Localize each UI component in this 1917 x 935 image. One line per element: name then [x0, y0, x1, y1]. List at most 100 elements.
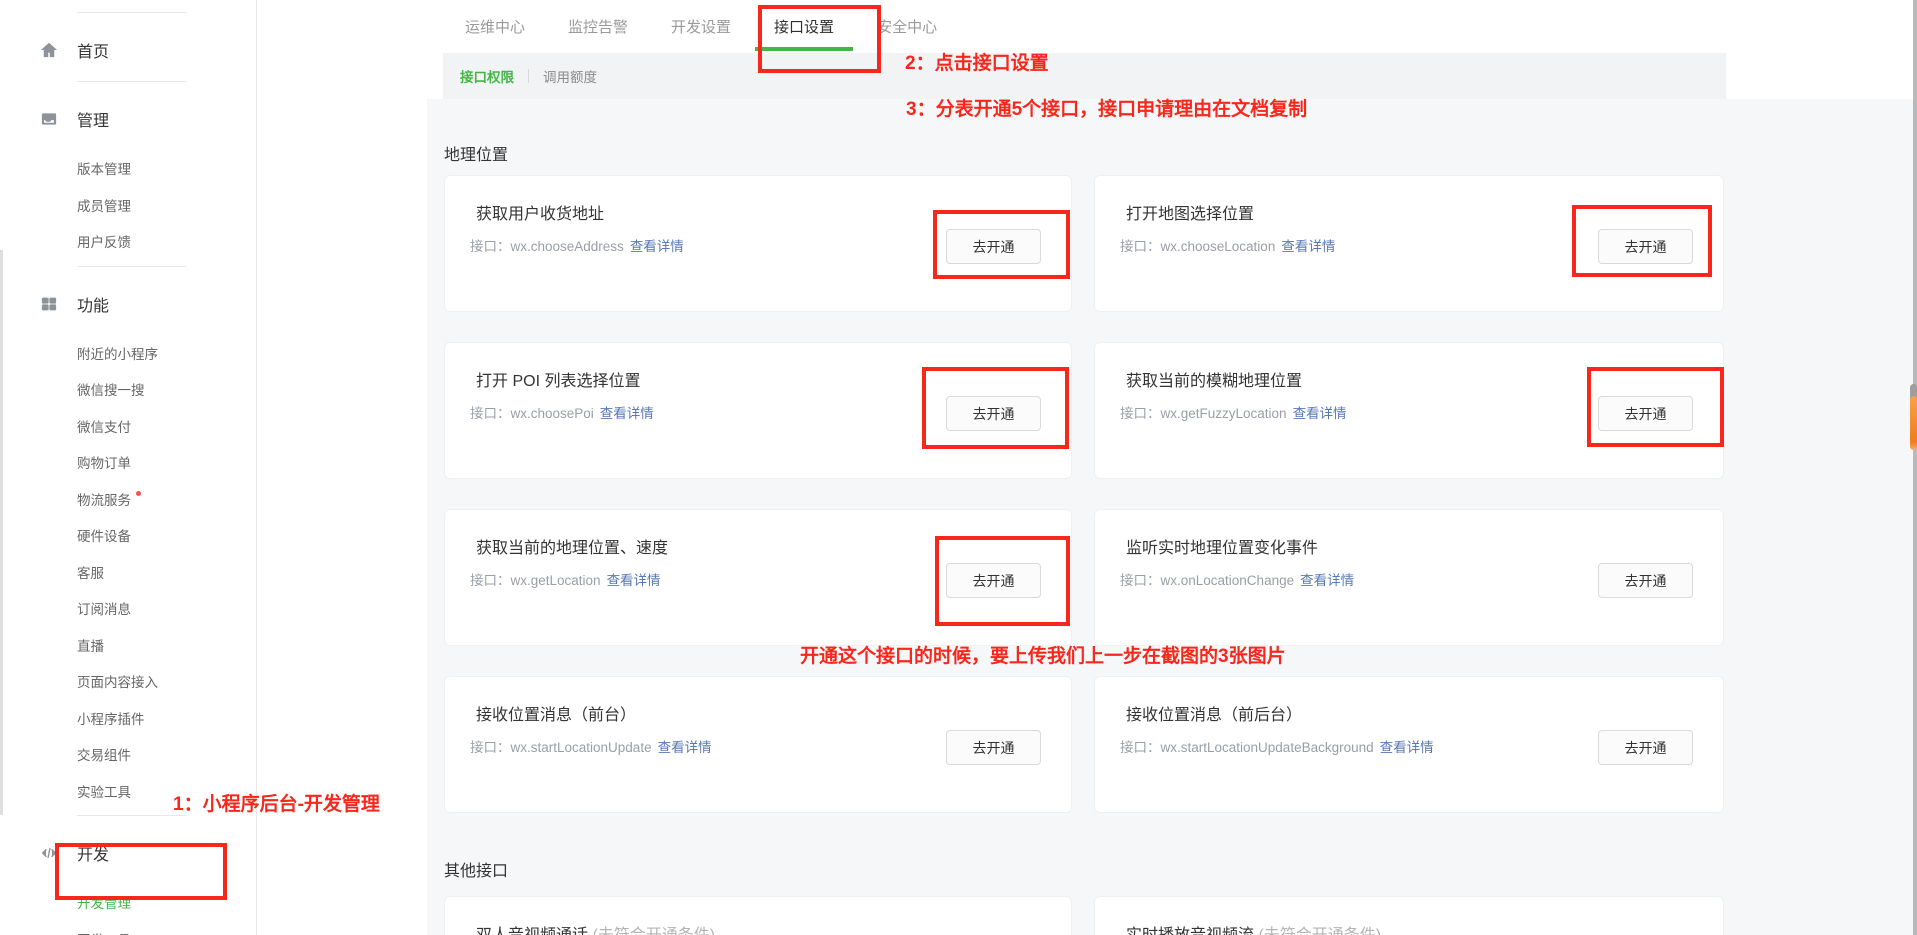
sidebar-item-label: 微信搜一搜 — [77, 379, 145, 399]
view-details-link[interactable]: 查看详情 — [1300, 573, 1354, 588]
sidebar-item[interactable]: 交易组件 — [0, 736, 256, 773]
view-details-link[interactable]: 查看详情 — [658, 740, 712, 755]
api-card: 实时播放音视频流 (未符合开通条件) — [1094, 896, 1724, 935]
api-prefix-label: 接口： — [470, 573, 511, 588]
sidebar-section-inbox[interactable]: 管理 — [0, 94, 256, 144]
open-api-button[interactable]: 去开通 — [946, 396, 1041, 431]
api-line: 接口：wx.getFuzzyLocation 查看详情 — [1120, 402, 1347, 422]
api-card: 打开地图选择位置接口：wx.chooseLocation查看详情去开通 — [1094, 175, 1724, 312]
sidebar-item-label: 物流服务 — [77, 489, 131, 509]
card-title-text: 双人音视频通话 — [476, 927, 588, 935]
api-line: 接口：wx.getLocation 查看详情 — [470, 569, 661, 589]
open-api-button[interactable]: 去开通 — [946, 563, 1041, 598]
view-details-link[interactable]: 查看详情 — [1380, 740, 1434, 755]
sidebar-scrollbar-thumb[interactable] — [0, 250, 3, 815]
sidebar-item[interactable]: 附近的小程序 — [0, 335, 256, 372]
sidebar-item[interactable]: 开发工具 — [0, 921, 256, 935]
tab-1[interactable]: 监控告警 — [568, 0, 628, 52]
sidebar-item[interactable]: 页面内容接入 — [0, 663, 256, 700]
api-card: 接收位置消息（前后台）接口：wx.startLocationUpdateBack… — [1094, 676, 1724, 813]
api-card: 监听实时地理位置变化事件接口：wx.onLocationChange 查看详情 去开… — [1094, 509, 1724, 646]
view-details-link[interactable]: 查看详情 — [1281, 239, 1335, 254]
sidebar-divider — [77, 81, 186, 82]
view-details-link[interactable]: 查看详情 — [1293, 406, 1347, 421]
sidebar-item[interactable]: 用户反馈 — [0, 223, 256, 260]
sidebar-section-label: 开发 — [77, 841, 109, 865]
api-name: wx.chooseLocation — [1161, 239, 1276, 254]
api-card: 打开 POI 列表选择位置接口：wx.choosePoi查看详情 去开通 — [444, 342, 1072, 479]
sidebar-item[interactable]: 微信搜一搜 — [0, 371, 256, 408]
sidebar-item[interactable]: 实验工具 — [0, 773, 256, 810]
tab-2[interactable]: 开发设置 — [671, 0, 731, 52]
sidebar-item-label: 硬件设备 — [77, 525, 131, 545]
sidebar-item[interactable]: 开发管理 — [0, 884, 256, 921]
sidebar-item-label: 客服 — [77, 562, 104, 582]
open-api-button[interactable]: 去开通 — [1598, 563, 1693, 598]
view-details-link[interactable]: 查看详情 — [630, 239, 684, 254]
sidebar-item[interactable]: 微信支付 — [0, 408, 256, 445]
sidebar-divider — [77, 815, 186, 816]
sidebar-item[interactable]: 订阅消息 — [0, 590, 256, 627]
sidebar-item-label: 订阅消息 — [77, 598, 131, 618]
api-name: wx.onLocationChange — [1161, 573, 1295, 588]
sidebar-section-home[interactable]: 首页 — [0, 25, 256, 75]
card-title: 获取用户收货地址 — [476, 200, 604, 224]
sidebar-item-list: 附近的小程序微信搜一搜微信支付购物订单物流服务硬件设备客服订阅消息直播页面内容接… — [0, 335, 256, 810]
sidebar-item[interactable]: 硬件设备 — [0, 517, 256, 554]
sidebar-section-grid[interactable]: 功能 — [0, 279, 256, 329]
inbox-icon — [40, 110, 58, 128]
api-line: 接口：wx.choosePoi查看详情 — [470, 402, 654, 422]
api-prefix-label: 接口： — [470, 239, 511, 254]
sidebar-item[interactable]: 小程序插件 — [0, 700, 256, 737]
sidebar-item[interactable]: 直播 — [0, 627, 256, 664]
right-scrollbar-thumb[interactable] — [1910, 396, 1917, 450]
open-api-button[interactable]: 去开通 — [946, 730, 1041, 765]
open-api-button[interactable]: 去开通 — [1598, 730, 1693, 765]
api-prefix-label: 接口： — [1120, 406, 1161, 421]
sidebar-item[interactable]: 版本管理 — [0, 150, 256, 187]
sidebar-item-label: 购物订单 — [77, 452, 131, 472]
geolocation-card-grid: 获取用户收货地址接口：wx.chooseAddress查看详情去开通打开地图选择… — [444, 175, 1724, 813]
sidebar-item-label: 版本管理 — [77, 158, 131, 178]
sidebar-item-label: 开发工具 — [77, 929, 131, 935]
open-api-button[interactable]: 去开通 — [1598, 396, 1693, 431]
subtab-0[interactable]: 接口权限 — [460, 66, 514, 86]
card-status-label: (未符合开通条件) — [588, 927, 715, 935]
api-line: 接口：wx.onLocationChange 查看详情 — [1120, 569, 1354, 589]
api-line: 接口：wx.chooseAddress查看详情 — [470, 235, 684, 255]
card-status-label: (未符合开通条件) — [1254, 927, 1381, 935]
tab-4[interactable]: 安全中心 — [877, 0, 937, 52]
right-scrollbar-track — [1913, 0, 1917, 935]
api-name: wx.getFuzzyLocation — [1161, 406, 1287, 421]
view-details-link[interactable]: 查看详情 — [607, 573, 661, 588]
card-title: 打开 POI 列表选择位置 — [476, 367, 640, 391]
sub-tab-bar: 接口权限 调用额度 — [443, 53, 1726, 99]
sidebar-item-label: 交易组件 — [77, 744, 131, 764]
view-details-link[interactable]: 查看详情 — [600, 406, 654, 421]
tab-3[interactable]: 接口设置 — [774, 0, 834, 52]
sidebar-item[interactable]: 物流服务 — [0, 481, 256, 518]
grid-icon — [40, 295, 58, 313]
open-api-button[interactable]: 去开通 — [946, 229, 1041, 264]
sidebar-section-label: 功能 — [77, 292, 109, 316]
sidebar-section-code[interactable]: 开发 — [0, 828, 256, 878]
sidebar-divider — [77, 266, 186, 267]
sidebar-section-label: 管理 — [77, 107, 109, 131]
card-title: 获取当前的模糊地理位置 — [1126, 367, 1302, 391]
subtab-1[interactable]: 调用额度 — [543, 66, 597, 86]
section-title-other: 其他接口 — [444, 857, 508, 881]
open-api-button[interactable]: 去开通 — [1598, 229, 1693, 264]
sidebar-item[interactable]: 购物订单 — [0, 444, 256, 481]
sidebar-item-label: 微信支付 — [77, 416, 131, 436]
api-prefix-label: 接口： — [1120, 573, 1161, 588]
sidebar-item-label: 直播 — [77, 635, 104, 655]
sidebar-divider — [77, 12, 186, 13]
sidebar-item[interactable]: 客服 — [0, 554, 256, 591]
api-name: wx.getLocation — [511, 573, 601, 588]
card-title: 监听实时地理位置变化事件 — [1126, 534, 1318, 558]
card-title-text: 实时播放音视频流 — [1126, 927, 1254, 935]
api-name: wx.startLocationUpdateBackground — [1161, 740, 1374, 755]
sidebar-item[interactable]: 成员管理 — [0, 187, 256, 224]
api-card: 获取当前的模糊地理位置接口：wx.getFuzzyLocation 查看详情 去开通 — [1094, 342, 1724, 479]
tab-0[interactable]: 运维中心 — [465, 0, 525, 52]
